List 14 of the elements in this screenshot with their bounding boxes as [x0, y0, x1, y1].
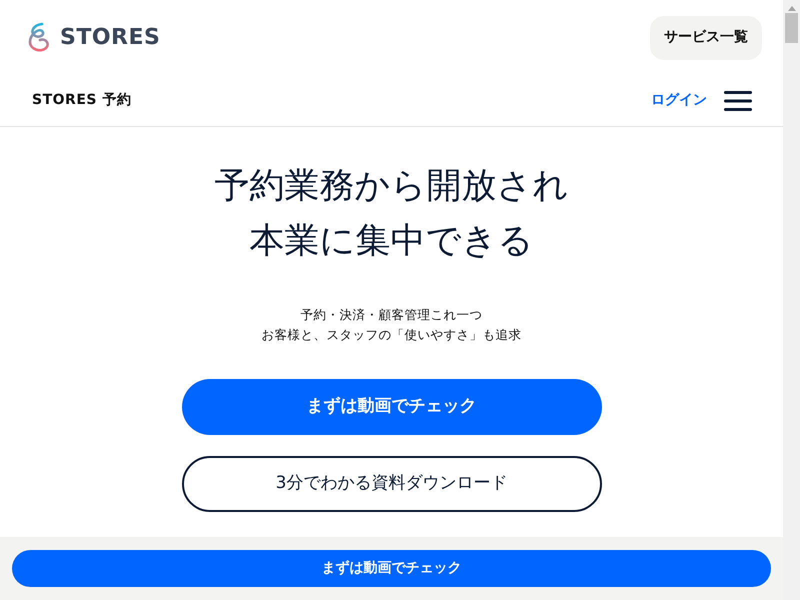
logo-text: STORES	[60, 24, 160, 52]
hero-heading-line: 本業に集中できる	[250, 220, 534, 263]
watch-video-button[interactable]: まずは動画でチェック	[182, 379, 602, 435]
services-button[interactable]: サービス一覧	[650, 16, 762, 60]
hero-subtext-line: 予約・決済・顧客管理これ一つ	[300, 306, 482, 324]
logo-icon	[26, 20, 52, 54]
scrollbar[interactable]	[783, 0, 800, 600]
login-link[interactable]: ログイン	[651, 90, 707, 111]
menu-icon[interactable]	[724, 90, 752, 110]
product-name: STORES 予約	[32, 91, 132, 110]
hero-subtext-line: お客様と、スタッフの「使いやすさ」も追求	[262, 326, 522, 344]
download-button[interactable]: 3分でわかる資料ダウンロード	[182, 456, 602, 512]
hero-heading-line: 予約業務から開放され	[214, 165, 568, 208]
watch-video-button[interactable]: まずは動画でチェック	[12, 550, 771, 587]
